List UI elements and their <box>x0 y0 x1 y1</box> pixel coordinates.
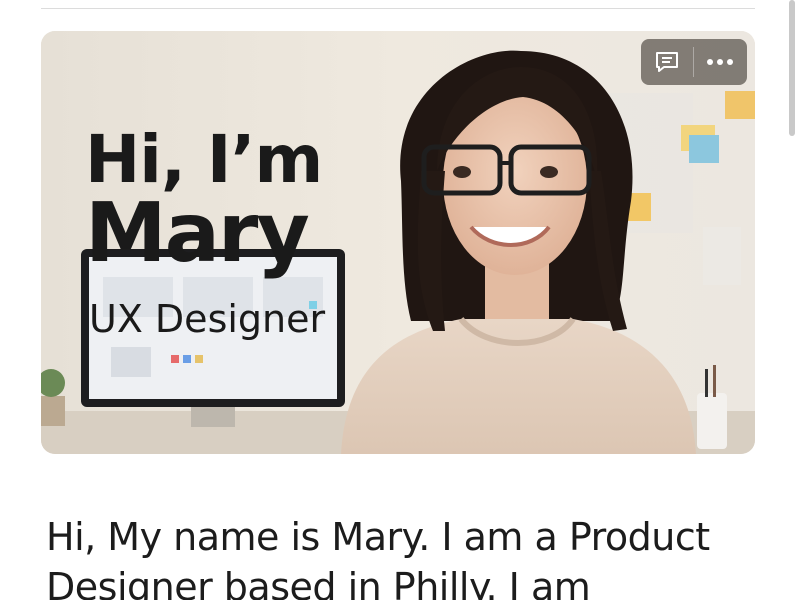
more-options-button[interactable] <box>694 39 746 85</box>
more-horizontal-icon <box>706 58 734 66</box>
hero-name: Mary <box>85 186 310 281</box>
scrollbar-thumb[interactable] <box>789 0 795 136</box>
comment-icon <box>654 50 680 74</box>
hero-greeting: Hi, I’m <box>85 121 323 198</box>
portfolio-page: Hi, I’m Mary UX Designer Hi, My name is … <box>0 0 800 600</box>
hero-role: UX Designer <box>89 297 326 341</box>
image-action-bar <box>641 39 747 85</box>
hero-image-card[interactable]: Hi, I’m Mary UX Designer <box>41 31 755 454</box>
intro-paragraph: Hi, My name is Mary. I am a Product Desi… <box>46 515 710 600</box>
top-divider <box>41 8 755 9</box>
comment-button[interactable] <box>641 39 693 85</box>
